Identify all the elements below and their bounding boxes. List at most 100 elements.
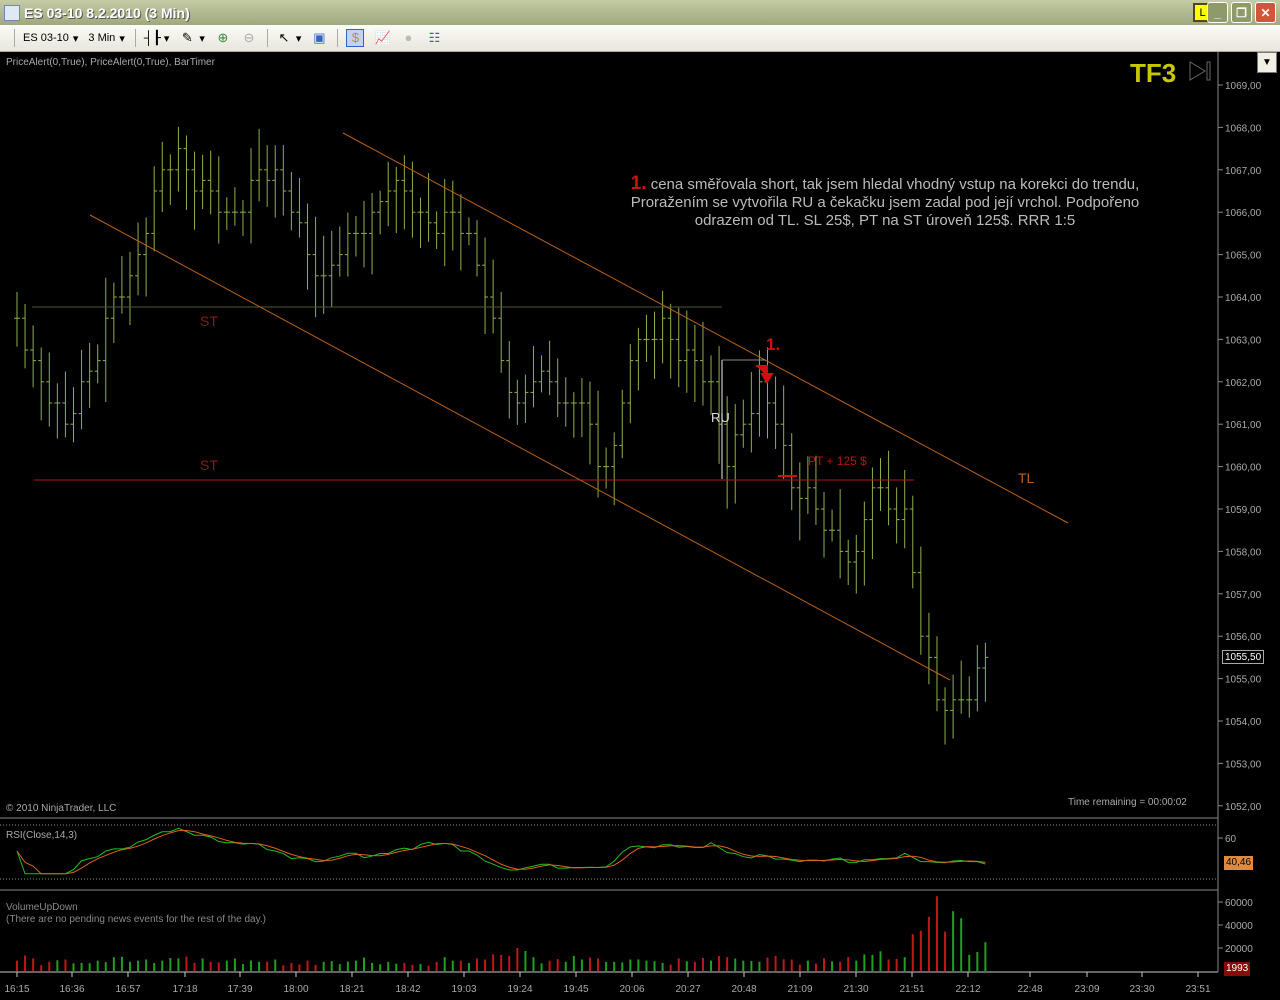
annotation-line-2: Proražením se vytvořila RU a čekačku jse…	[630, 194, 1140, 211]
price-tick-label: 1069,00	[1225, 81, 1262, 92]
time-tick-label: 16:57	[115, 984, 140, 995]
price-tick-label: 1068,00	[1225, 123, 1262, 134]
indicator-tick-label: 20000	[1225, 944, 1253, 955]
price-bar	[756, 350, 763, 437]
price-bar	[280, 144, 287, 216]
price-bar	[506, 341, 513, 419]
price-bar	[619, 389, 626, 459]
time-tick-label: 16:36	[59, 984, 84, 995]
price-bar	[264, 145, 271, 207]
price-bar	[207, 150, 214, 215]
price-bar	[312, 216, 319, 318]
price-bar	[409, 161, 416, 238]
price-bar	[22, 303, 29, 369]
price-bar	[837, 489, 844, 579]
volume-label: VolumeUpDown	[6, 902, 78, 913]
price-bar	[256, 128, 263, 202]
price-bar	[853, 534, 860, 594]
entry-arrow-icon	[756, 365, 774, 384]
price-bar	[465, 217, 472, 246]
price-bar	[352, 215, 359, 257]
volume-value-label: 1993	[1224, 962, 1251, 976]
price-tick-label: 1060,00	[1225, 463, 1262, 474]
time-tick-label: 19:03	[451, 984, 476, 995]
price-bar	[740, 399, 747, 448]
price-chart[interactable]: 1069,00 1068,00 1067,00 1066,00 1065,00 1064,…	[0, 0, 1280, 1000]
price-bar	[215, 156, 222, 244]
price-bar	[320, 235, 327, 314]
price-bar	[490, 259, 497, 334]
price-bar	[958, 660, 965, 714]
price-bar	[191, 151, 198, 230]
trade-annotation: 1. cena směřovala short, tak jsem hledal…	[600, 174, 1170, 230]
price-tick-label: 1063,00	[1225, 335, 1262, 346]
price-bar	[869, 467, 876, 560]
time-tick-label: 20:48	[731, 984, 756, 995]
time-tick-label: 17:18	[172, 984, 197, 995]
price-bar	[433, 211, 440, 249]
price-tick-label: 1062,00	[1225, 378, 1262, 389]
price-bar	[748, 372, 755, 453]
st-lower-label: ST	[200, 457, 218, 473]
time-tick-label: 21:30	[843, 984, 868, 995]
price-bar	[586, 381, 593, 465]
price-tick-label: 1064,00	[1225, 293, 1262, 304]
time-tick-label: 19:24	[507, 984, 532, 995]
price-bar	[223, 197, 230, 230]
price-bar	[562, 377, 569, 427]
price-bar	[78, 349, 85, 430]
price-bar	[62, 371, 69, 438]
price-bar	[94, 344, 101, 384]
time-tick-label: 21:51	[899, 984, 924, 995]
price-bar	[603, 447, 610, 489]
time-tick-label: 23:30	[1129, 984, 1154, 995]
copyright: © 2010 NinjaTrader, LLC	[6, 803, 117, 814]
price-bar	[893, 487, 900, 544]
price-bar	[788, 433, 795, 511]
price-bar	[369, 193, 376, 275]
time-tick-label: 20:27	[675, 984, 700, 995]
time-tick-label: 18:21	[339, 984, 364, 995]
price-bar	[377, 190, 384, 235]
trade-number-label: 1.	[766, 335, 780, 354]
time-tick-label: 23:09	[1074, 984, 1099, 995]
price-bar	[514, 379, 521, 425]
price-bar	[70, 387, 77, 443]
price-bar	[635, 327, 642, 391]
price-bar	[199, 154, 206, 210]
price-bar	[950, 674, 957, 739]
price-bar	[46, 352, 53, 427]
price-bar	[554, 358, 561, 418]
time-tick-label: 23:51	[1185, 984, 1210, 995]
time-tick-label: 18:00	[283, 984, 308, 995]
indicator-tick-label: 60000	[1225, 898, 1253, 909]
price-bar	[361, 200, 368, 268]
price-bar	[143, 217, 150, 297]
price-bar	[425, 173, 432, 242]
price-bar	[708, 355, 715, 415]
price-bar	[482, 237, 489, 335]
price-bar	[30, 325, 37, 388]
annotation-line-1: cena směřovala short, tak jsem hledal vh…	[650, 176, 1140, 193]
price-bar	[570, 392, 577, 438]
price-bar	[675, 307, 682, 388]
bar-timer: Time remaining = 00:00:02	[1068, 797, 1187, 808]
price-bar	[578, 378, 585, 438]
price-tick-label: 1053,00	[1225, 759, 1262, 770]
price-bar	[239, 200, 246, 236]
rsi-label: RSI(Close,14,3)	[6, 830, 78, 841]
price-bar	[498, 291, 505, 373]
trend-line-lower[interactable]	[89, 214, 951, 681]
price-bar	[595, 390, 602, 498]
price-bar	[14, 292, 20, 347]
price-bar	[683, 310, 690, 393]
price-bar	[441, 179, 448, 267]
price-bar	[530, 346, 537, 408]
price-bar	[86, 342, 93, 408]
price-bar	[385, 161, 392, 227]
price-bar	[118, 256, 125, 314]
price-bar	[304, 203, 311, 290]
time-tick-label: 19:45	[563, 984, 588, 995]
price-bar	[667, 303, 674, 379]
time-tick-label: 20:06	[619, 984, 644, 995]
